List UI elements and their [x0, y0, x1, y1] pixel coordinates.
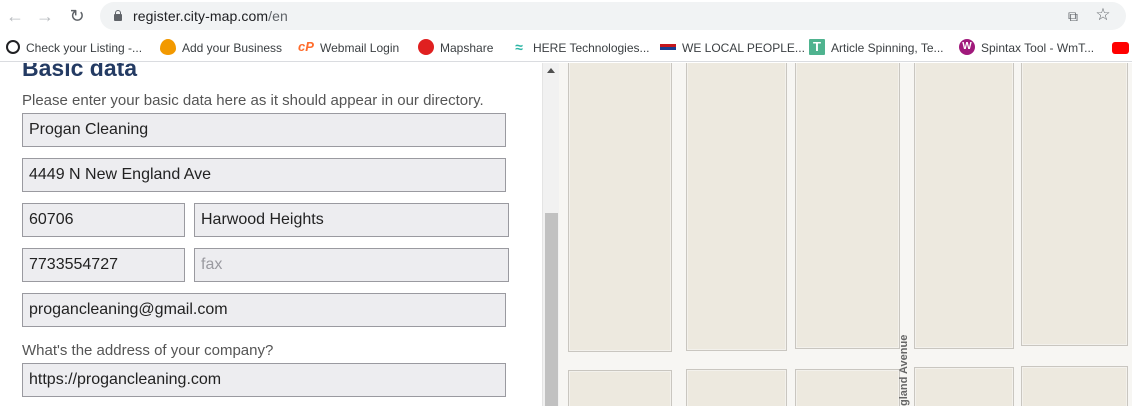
bookmark-spintax-tool[interactable]: W Spintax Tool - WmT...	[959, 38, 1094, 56]
email-field[interactable]: progancleaning@gmail.com	[22, 293, 506, 327]
map-block	[686, 63, 787, 351]
website-question: What's the address of your company?	[22, 342, 274, 359]
zip-code-field[interactable]: 60706	[22, 203, 185, 237]
street-address-field[interactable]: 4449 N New England Ave	[22, 158, 506, 192]
map-block	[914, 63, 1014, 349]
map-block	[686, 369, 787, 406]
bookmark-here-technologies[interactable]: ≈ HERE Technologies...	[511, 38, 649, 56]
map-block	[795, 369, 900, 406]
bookmark-check-listing[interactable]: Check your Listing -...	[6, 38, 142, 56]
registration-form-panel: Basic data Please enter your basic data …	[0, 63, 542, 406]
youtube-icon	[1112, 41, 1129, 54]
intro-text: Please enter your basic data here as it …	[22, 92, 484, 109]
city-field[interactable]: Harwood Heights	[194, 203, 509, 237]
bookmark-star-icon[interactable]: ☆	[1094, 6, 1112, 24]
map-block	[1021, 63, 1128, 346]
spintax-icon: W	[959, 38, 975, 55]
cpanel-icon: cP	[298, 38, 314, 54]
forward-arrow-icon[interactable]: →	[34, 5, 56, 27]
back-arrow-icon[interactable]: ←	[4, 5, 26, 27]
map-block	[914, 367, 1014, 406]
map-block	[1021, 366, 1128, 406]
bookmark-we-local-people[interactable]: WE LOCAL PEOPLE...	[660, 38, 805, 56]
fax-field[interactable]: fax	[194, 248, 509, 282]
t-icon: T	[809, 38, 825, 55]
form-scrollbar[interactable]	[542, 63, 559, 406]
bulb-icon	[160, 38, 176, 55]
share-icon[interactable]: ⧉	[1064, 7, 1082, 25]
bookmark-webmail-login[interactable]: cP Webmail Login	[298, 38, 399, 56]
scroll-thumb[interactable]	[545, 213, 558, 406]
bookmark-youtube[interactable]	[1112, 38, 1132, 56]
mapshare-icon	[418, 38, 434, 55]
section-title: Basic data	[22, 63, 138, 81]
map-block	[568, 370, 672, 406]
company-name-field[interactable]: Progan Cleaning	[22, 113, 506, 147]
address-bar[interactable]: register.city-map.com/en ⧉ ☆	[100, 2, 1126, 30]
website-field[interactable]: https://progancleaning.com	[22, 363, 506, 397]
scroll-up-arrow-icon[interactable]	[547, 68, 555, 73]
bookmarks-bar: Check your Listing -... Add your Busines…	[0, 32, 1132, 62]
circle-outline-icon	[6, 39, 20, 54]
bookmark-add-business[interactable]: Add your Business	[160, 38, 282, 56]
here-icon: ≈	[515, 38, 523, 55]
bookmark-article-spinning[interactable]: T Article Spinning, Te...	[809, 38, 944, 56]
url-text[interactable]: register.city-map.com/en	[133, 8, 288, 24]
lock-icon[interactable]	[114, 10, 122, 21]
map-block	[568, 63, 672, 352]
map-view[interactable]: gland Avenue	[559, 63, 1132, 406]
flag-icon	[660, 43, 676, 50]
phone-field[interactable]: 7733554727	[22, 248, 185, 282]
street-label: gland Avenue	[898, 334, 910, 406]
bookmark-mapshare[interactable]: Mapshare	[418, 38, 493, 56]
browser-toolbar: ← → ↻ register.city-map.com/en ⧉ ☆	[0, 0, 1132, 32]
reload-icon[interactable]: ↻	[66, 5, 88, 27]
map-block	[795, 63, 900, 349]
